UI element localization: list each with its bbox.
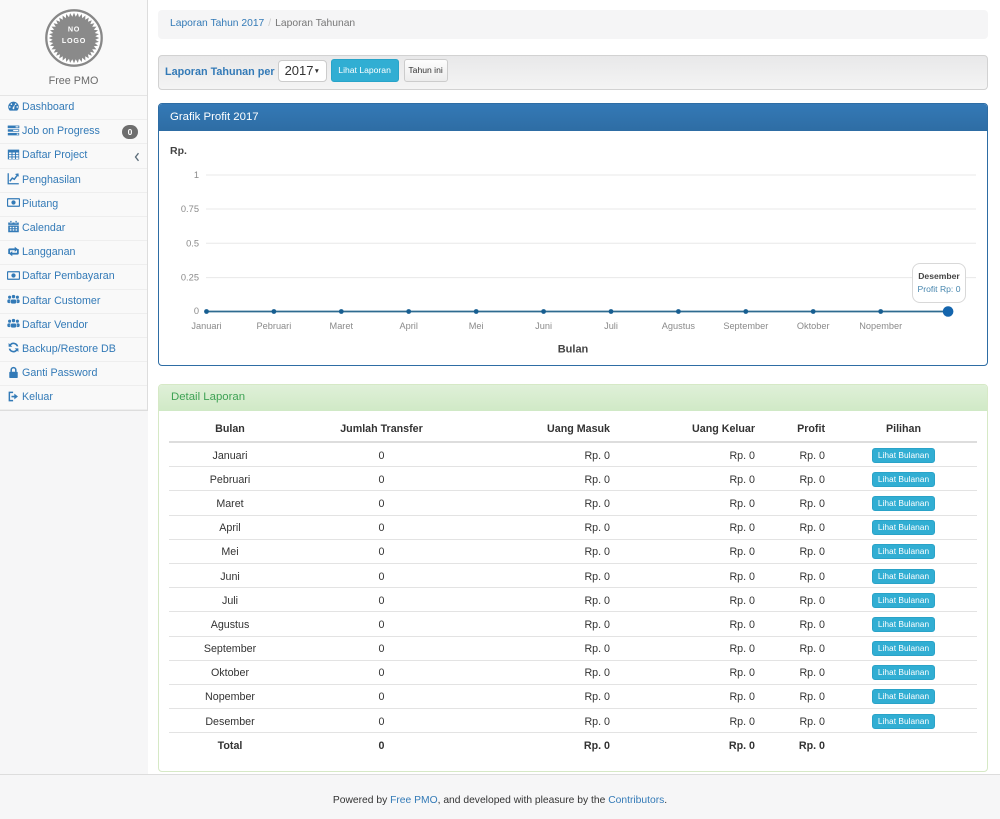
svg-text:0.75: 0.75 xyxy=(181,204,199,214)
svg-text:Oktober: Oktober xyxy=(797,321,830,331)
svg-text:LOGO: LOGO xyxy=(61,36,85,45)
svg-text:0.5: 0.5 xyxy=(186,238,199,248)
svg-text:Juni: Juni xyxy=(535,321,552,331)
svg-text:0: 0 xyxy=(194,306,199,316)
svg-text:Mei: Mei xyxy=(469,321,484,331)
svg-text:April: April xyxy=(400,321,418,331)
svg-text:Rp.: Rp. xyxy=(170,145,187,157)
svg-text:September: September xyxy=(723,321,768,331)
svg-text:Pebruari: Pebruari xyxy=(257,321,292,331)
svg-text:1: 1 xyxy=(194,170,199,180)
svg-text:Maret: Maret xyxy=(330,321,354,331)
svg-text:Agustus: Agustus xyxy=(662,321,696,331)
svg-text:Januari: Januari xyxy=(191,321,221,331)
svg-text:Bulan: Bulan xyxy=(558,344,589,356)
svg-text:Nopember: Nopember xyxy=(859,321,902,331)
svg-text:Juli: Juli xyxy=(604,321,618,331)
svg-text:0.25: 0.25 xyxy=(181,273,199,283)
svg-text:NO: NO xyxy=(67,25,79,34)
